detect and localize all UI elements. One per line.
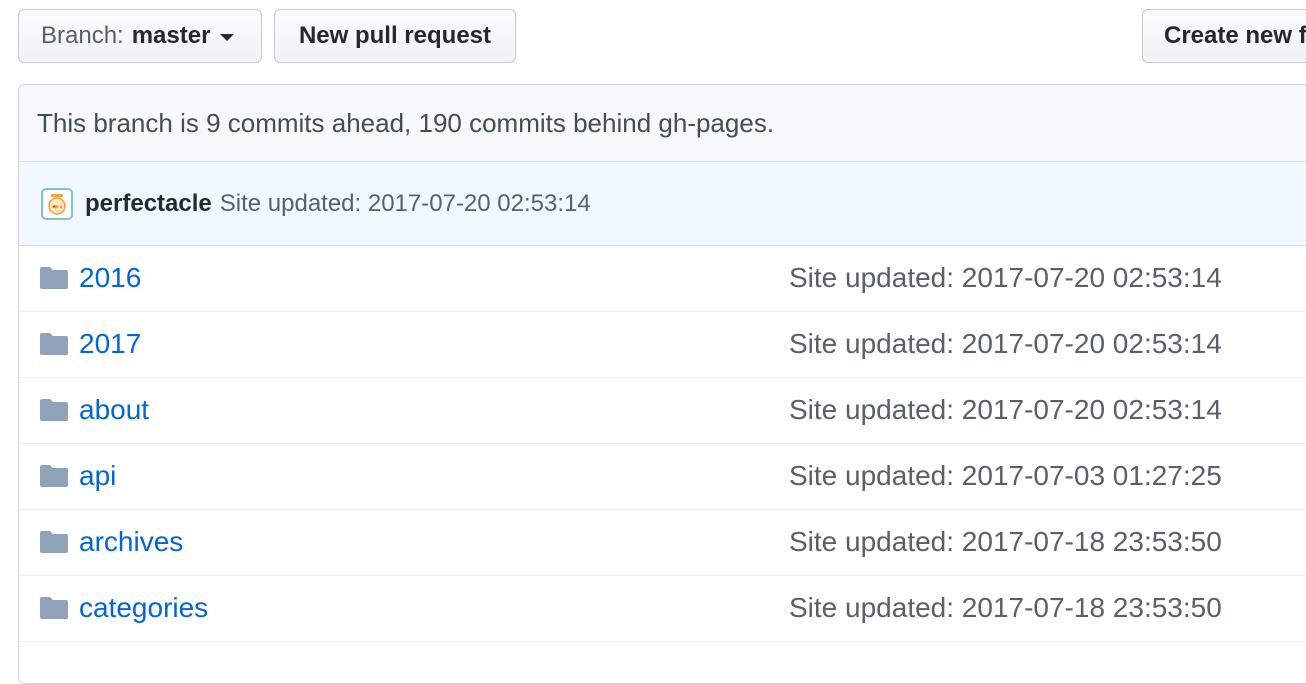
- branch-prefix-label: Branch:: [41, 22, 124, 49]
- file-commit-message[interactable]: Site updated: 2017-07-20 02:53:14: [789, 312, 1222, 376]
- file-commit-message[interactable]: Site updated: 2017-07-18 23:53:50: [789, 576, 1222, 640]
- branch-status-bar: This branch is 9 commits ahead, 190 comm…: [19, 85, 1306, 162]
- fishbowl-icon: [48, 193, 66, 215]
- folder-icon: [40, 267, 68, 289]
- file-name-link[interactable]: api: [79, 444, 116, 508]
- branch-name-label: master: [131, 22, 211, 49]
- branch-select-button[interactable]: Branch: master: [18, 9, 262, 63]
- file-name-link[interactable]: categories: [79, 576, 208, 640]
- file-row: about Site updated: 2017-07-20 02:53:14: [19, 378, 1306, 444]
- file-row: 2016 Site updated: 2017-07-20 02:53:14: [19, 246, 1306, 312]
- file-row: api Site updated: 2017-07-03 01:27:25: [19, 444, 1306, 510]
- file-name-link[interactable]: about: [79, 378, 149, 442]
- caret-down-icon: [220, 33, 235, 41]
- file-name-link[interactable]: 2016: [79, 246, 141, 310]
- file-row: 2017 Site updated: 2017-07-20 02:53:14: [19, 312, 1306, 378]
- file-commit-message[interactable]: Site updated: 2017-07-20 02:53:14: [789, 246, 1222, 310]
- latest-commit-bar: perfectacle Site updated: 2017-07-20 02:…: [19, 162, 1306, 246]
- commit-message-link[interactable]: Site updated: 2017-07-20 02:53:14: [220, 190, 591, 218]
- file-commit-message[interactable]: Site updated: 2017-07-03 01:27:25: [789, 444, 1222, 508]
- file-row: archives Site updated: 2017-07-18 23:53:…: [19, 510, 1306, 576]
- file-commit-message[interactable]: Site updated: 2017-07-18 23:53:50: [789, 510, 1222, 574]
- file-name-link[interactable]: 2017: [79, 312, 141, 376]
- folder-icon: [40, 531, 68, 553]
- folder-icon: [40, 333, 68, 355]
- branch-status-text: This branch is 9 commits ahead, 190 comm…: [37, 107, 775, 138]
- file-browser: This branch is 9 commits ahead, 190 comm…: [18, 84, 1306, 684]
- file-name-link[interactable]: archives: [79, 510, 183, 574]
- folder-icon: [40, 597, 68, 619]
- file-list: 2016 Site updated: 2017-07-20 02:53:14 2…: [19, 246, 1306, 642]
- folder-icon: [40, 399, 68, 421]
- avatar[interactable]: [41, 187, 73, 220]
- create-new-file-button[interactable]: Create new file: [1142, 9, 1306, 63]
- folder-icon: [40, 465, 68, 487]
- file-row: categories Site updated: 2017-07-18 23:5…: [19, 576, 1306, 642]
- new-pull-request-button[interactable]: New pull request: [274, 9, 516, 63]
- commit-author-link[interactable]: perfectacle: [85, 190, 212, 218]
- file-commit-message[interactable]: Site updated: 2017-07-20 02:53:14: [789, 378, 1222, 442]
